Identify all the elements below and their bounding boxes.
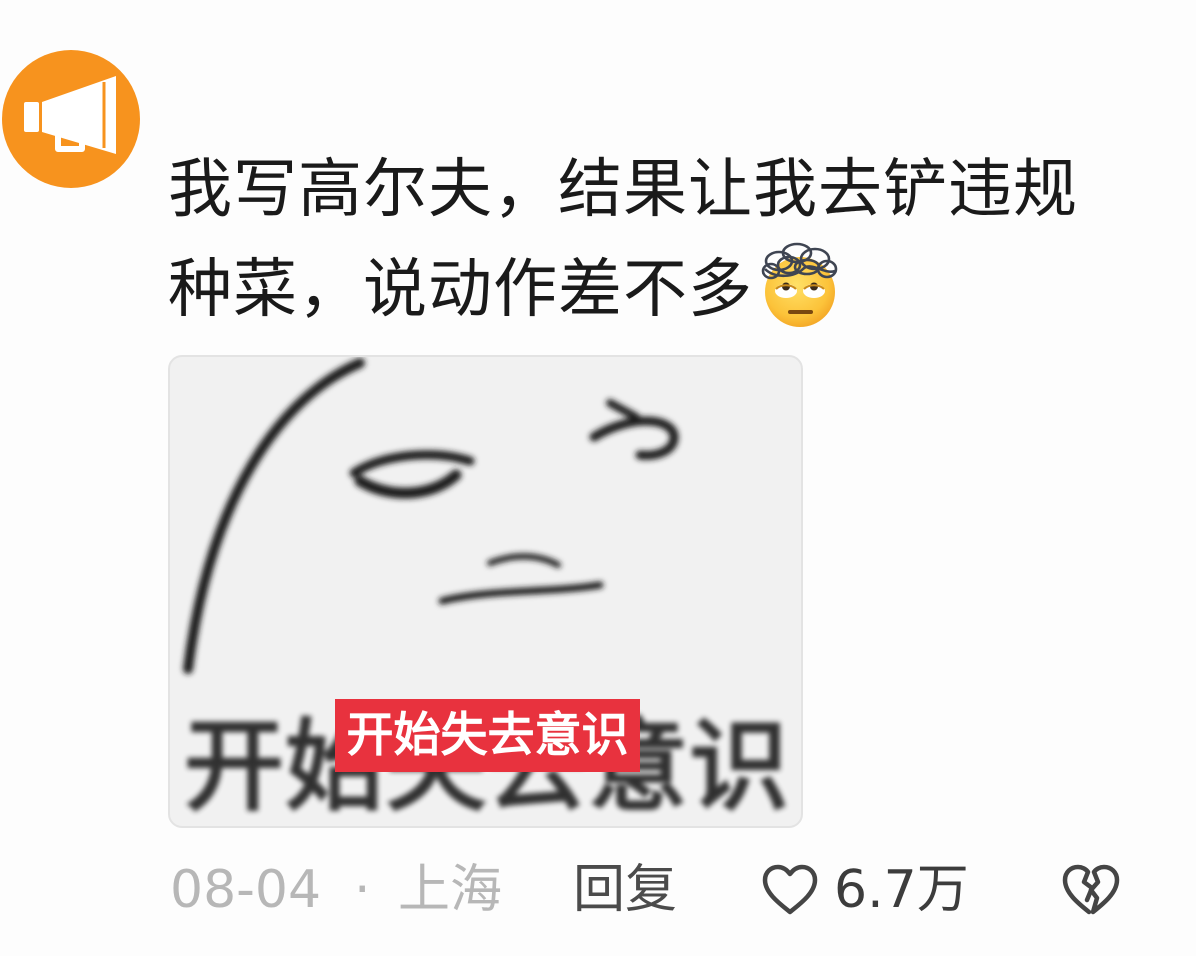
comment-card: 我写高尔夫，结果让我去铲违规 种菜，说动作差不多 开始失去意识 08-04 · … [0, 0, 1196, 956]
heart-outline-icon [762, 864, 818, 915]
comment-date: 08-04 [170, 860, 322, 920]
meme-caption: 开始失去意识 [335, 699, 640, 772]
reply-button[interactable]: 回复 [573, 860, 677, 920]
comment-location: 上海 [398, 860, 503, 920]
meta-separator: · [354, 860, 371, 920]
dizzy-face-emoji-icon [755, 239, 845, 329]
comment-text: 我写高尔夫，结果让我去铲违规 种菜，说动作差不多 [168, 142, 1178, 336]
comment-line-1: 我写高尔夫，结果让我去铲违规 [168, 153, 1078, 227]
like-button[interactable]: 6.7万 [760, 860, 969, 920]
like-count: 6.7万 [834, 860, 969, 920]
broken-heart-icon [1062, 864, 1120, 915]
dislike-button[interactable] [1060, 862, 1122, 918]
comment-line-2: 种菜，说动作差不多 [168, 253, 753, 327]
meme-image[interactable]: 开始失去意识 开始失去意识 [168, 355, 803, 828]
comment-line-2-row: 种菜，说动作差不多 [168, 239, 1178, 336]
megaphone-icon [24, 76, 116, 154]
user-avatar[interactable] [2, 50, 140, 188]
